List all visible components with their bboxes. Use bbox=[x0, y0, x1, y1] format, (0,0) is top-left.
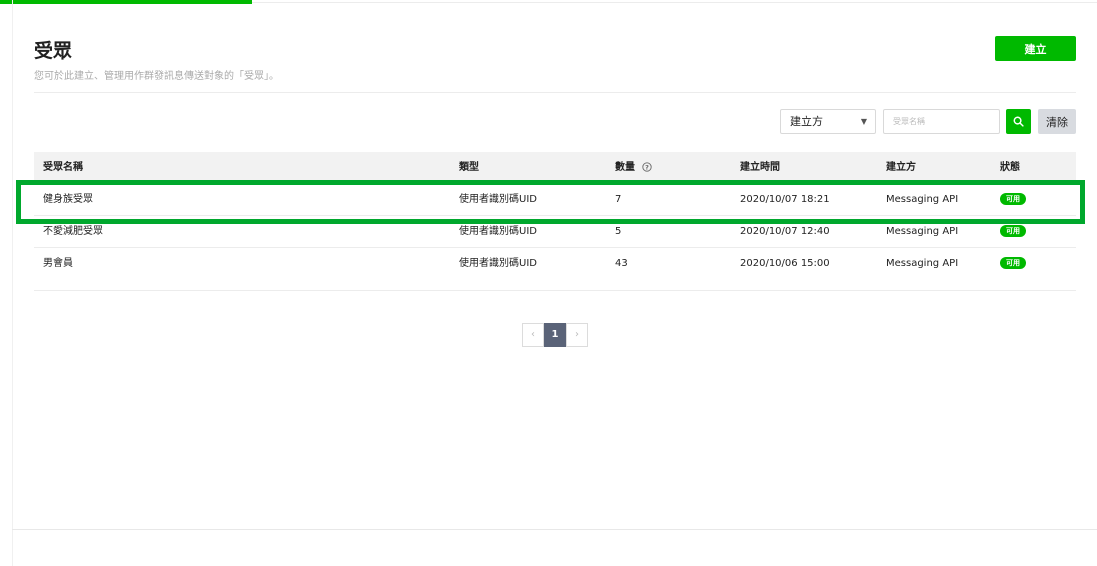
audience-created-at: 2020/10/06 15:00 bbox=[740, 258, 830, 269]
chevron-down-icon: ▼ bbox=[860, 117, 867, 126]
creator-filter-value: 建立方 bbox=[790, 115, 823, 128]
column-header-count-label: 數量 bbox=[615, 162, 635, 173]
audience-creator: Messaging API bbox=[886, 258, 959, 269]
audience-name[interactable]: 不愛減肥受眾 bbox=[43, 216, 103, 248]
svg-text:?: ? bbox=[646, 163, 650, 171]
audience-table: 受眾名稱 類型 數量 ? 建立時間 建立方 狀態 健身族受眾 使用者識別碼UID… bbox=[34, 152, 1076, 291]
audience-type: 使用者識別碼UID bbox=[459, 226, 537, 237]
audience-created-at: 2020/10/07 18:21 bbox=[740, 194, 830, 205]
audience-name[interactable]: 男會員 bbox=[43, 248, 73, 280]
column-header-count: 數量 ? bbox=[615, 152, 653, 184]
audience-name[interactable]: 健身族受眾 bbox=[43, 184, 93, 216]
audience-count: 43 bbox=[615, 258, 628, 269]
status-badge: 可用 bbox=[1000, 225, 1026, 237]
audience-creator: Messaging API bbox=[886, 194, 959, 205]
audience-count: 7 bbox=[615, 194, 622, 205]
table-row[interactable]: 男會員 使用者識別碼UID 43 2020/10/06 15:00 Messag… bbox=[34, 248, 1076, 280]
clear-button[interactable]: 清除 bbox=[1038, 109, 1076, 134]
column-header-creator: 建立方 bbox=[886, 162, 916, 173]
prev-page-button[interactable]: ‹ bbox=[522, 323, 544, 347]
table-header: 受眾名稱 類型 數量 ? 建立時間 建立方 狀態 bbox=[34, 152, 1076, 184]
creator-filter-select[interactable]: 建立方 ▼ bbox=[780, 109, 876, 134]
audience-count: 5 bbox=[615, 226, 622, 237]
page-title: 受眾 bbox=[34, 40, 73, 62]
status-cell: 可用 bbox=[1000, 216, 1026, 248]
column-header-type: 類型 bbox=[459, 162, 479, 173]
next-page-button[interactable]: › bbox=[566, 323, 588, 347]
page-loading-bar bbox=[0, 0, 252, 4]
pagination: ‹ 1 › bbox=[522, 323, 588, 347]
audience-created-at: 2020/10/07 12:40 bbox=[740, 226, 830, 237]
table-bottom-border bbox=[34, 280, 1076, 291]
search-icon bbox=[1013, 116, 1024, 127]
column-header-status: 狀態 bbox=[1000, 162, 1020, 173]
audience-name-search-input[interactable] bbox=[883, 109, 1000, 134]
search-button[interactable] bbox=[1006, 109, 1031, 134]
page-subtitle: 您可於此建立、管理用作群發訊息傳送對象的「受眾」。 bbox=[34, 71, 279, 82]
column-header-name: 受眾名稱 bbox=[43, 162, 83, 173]
audience-creator: Messaging API bbox=[886, 226, 959, 237]
status-badge: 可用 bbox=[1000, 193, 1026, 205]
help-icon[interactable]: ? bbox=[642, 162, 653, 172]
status-cell: 可用 bbox=[1000, 248, 1026, 280]
page-button-current[interactable]: 1 bbox=[544, 323, 566, 347]
table-row[interactable]: 健身族受眾 使用者識別碼UID 7 2020/10/07 18:21 Messa… bbox=[34, 184, 1076, 216]
table-row[interactable]: 不愛減肥受眾 使用者識別碼UID 5 2020/10/07 12:40 Mess… bbox=[34, 216, 1076, 248]
status-badge: 可用 bbox=[1000, 257, 1026, 269]
status-cell: 可用 bbox=[1000, 184, 1026, 216]
create-audience-button[interactable]: 建立 bbox=[995, 36, 1076, 61]
column-header-created-at: 建立時間 bbox=[740, 162, 780, 173]
header-divider bbox=[34, 92, 1076, 93]
audience-type: 使用者識別碼UID bbox=[459, 258, 537, 269]
audience-type: 使用者識別碼UID bbox=[459, 194, 537, 205]
